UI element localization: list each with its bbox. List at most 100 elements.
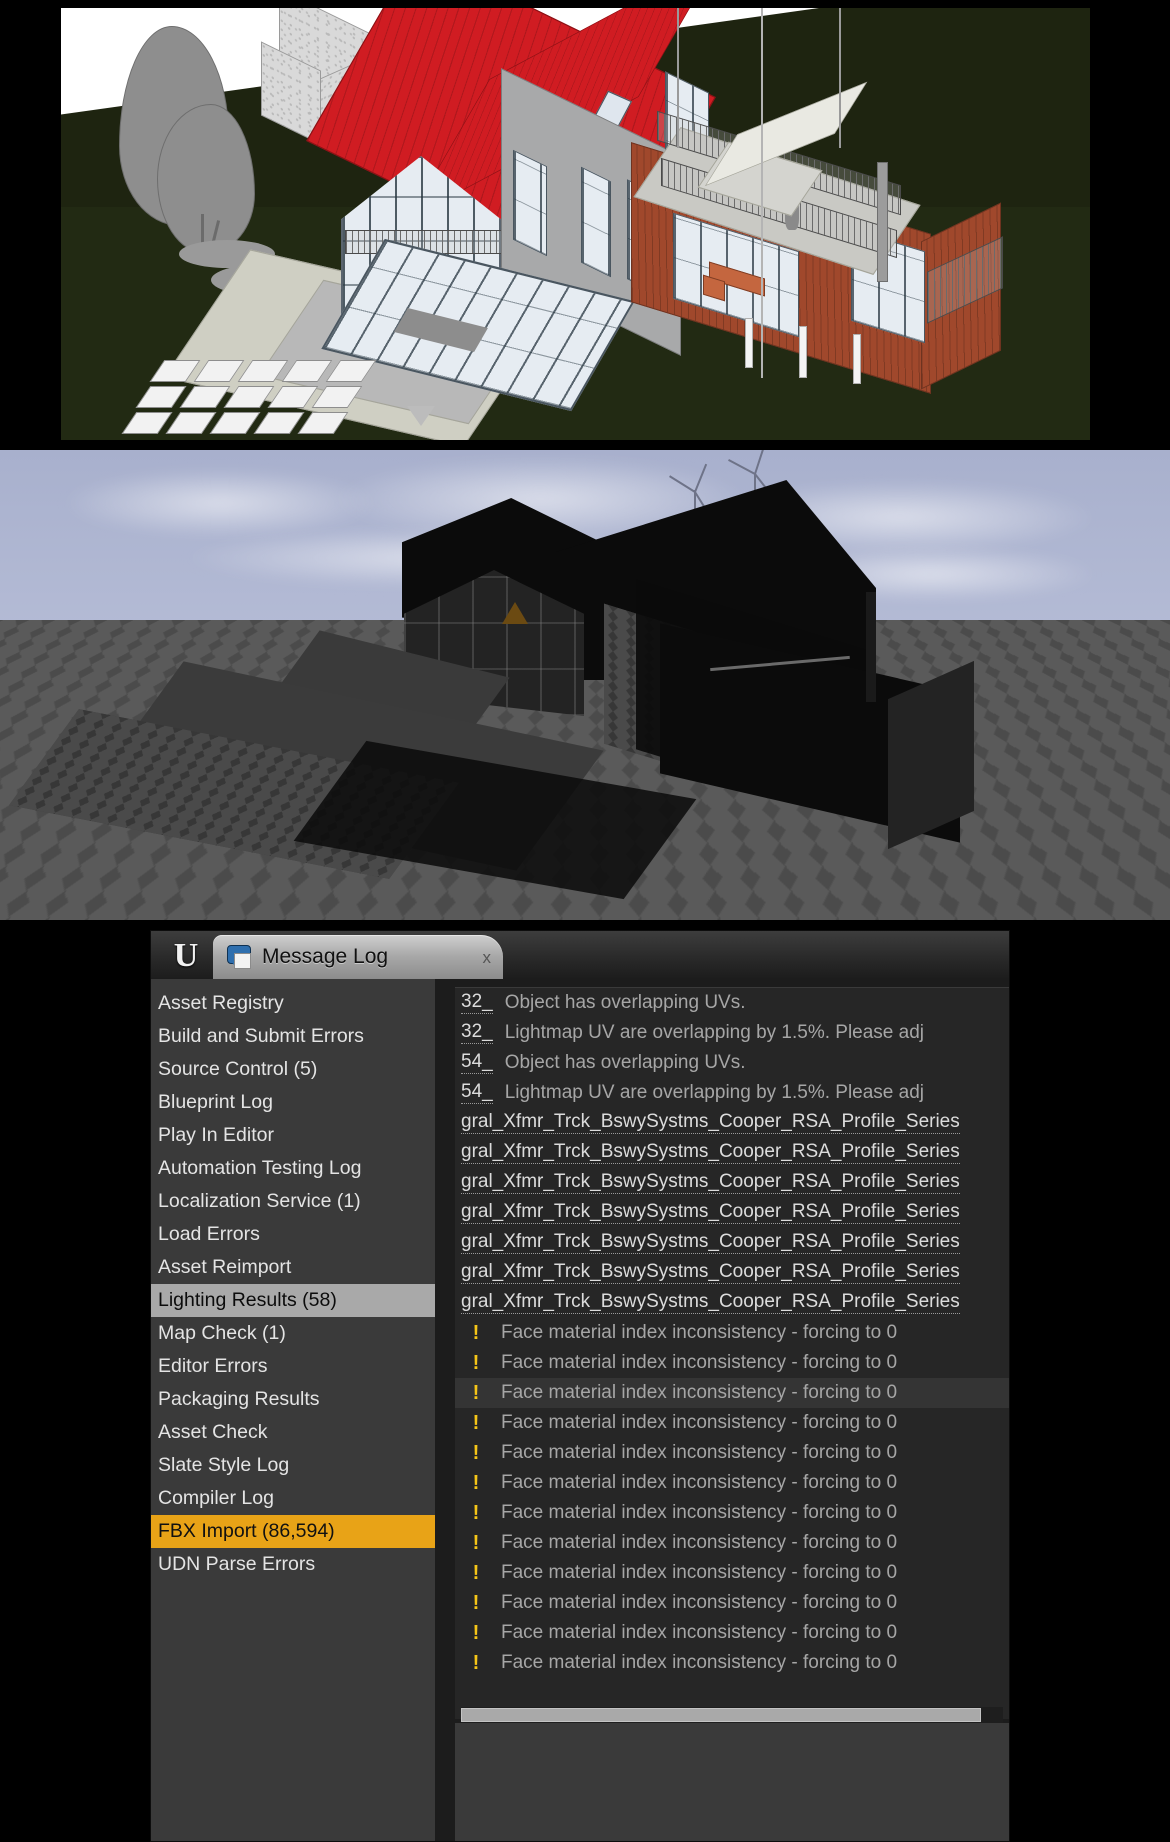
message-text: Lightmap UV are overlapping by 1.5%. Ple… — [493, 1082, 924, 1104]
sidebar-item-packaging-results[interactable]: Packaging Results — [151, 1383, 435, 1416]
cad-side-window-2 — [581, 167, 611, 278]
window-titlebar[interactable]: U Message Log x — [151, 931, 1009, 979]
message-text: Face material index inconsistency - forc… — [491, 1442, 897, 1464]
message-log-icon — [227, 944, 253, 970]
message-list[interactable]: 32_ Object has overlapping UVs. 32_ Lightma… — [455, 987, 1009, 1719]
message-asset-link[interactable]: 32_ — [461, 992, 493, 1014]
message-row[interactable]: 32_ Object has overlapping UVs. — [455, 988, 1009, 1018]
sidebar-item-compiler-log[interactable]: Compiler Log — [151, 1482, 435, 1515]
message-row[interactable]: ! Face material index inconsistency - for… — [455, 1558, 1009, 1588]
message-row[interactable]: ! Face material index inconsistency - for… — [455, 1348, 1009, 1378]
sidebar-item-slate-style-log[interactable]: Slate Style Log — [151, 1449, 435, 1482]
sidebar-item-load-errors[interactable]: Load Errors — [151, 1218, 435, 1251]
message-row[interactable]: ! Face material index inconsistency - for… — [455, 1468, 1009, 1498]
window-body: Asset Registry Build and Submit Errors Sou… — [151, 979, 1009, 1841]
warning-icon: ! — [461, 1532, 491, 1555]
sidebar-item-asset-registry[interactable]: Asset Registry — [151, 987, 435, 1020]
message-text: Face material index inconsistency - forc… — [491, 1622, 897, 1644]
message-log-window[interactable]: U Message Log x Asset Registry Build and … — [150, 930, 1010, 1842]
message-row[interactable]: gral_Xfmr_Trck_BswySystms_Cooper_RSA_Pro… — [455, 1138, 1009, 1168]
message-text: Face material index inconsistency - forc… — [491, 1502, 897, 1524]
message-row[interactable]: ! Face material index inconsistency - for… — [455, 1318, 1009, 1348]
sidebar-item-play-in-editor[interactable]: Play In Editor — [151, 1119, 435, 1152]
message-asset-link[interactable]: gral_Xfmr_Trck_BswySystms_Cooper_RSA_Pro… — [461, 1172, 960, 1194]
message-asset-link[interactable]: gral_Xfmr_Trck_BswySystms_Cooper_RSA_Pro… — [461, 1292, 960, 1314]
cad-stilt-2 — [799, 326, 807, 378]
message-row[interactable]: gral_Xfmr_Trck_BswySystms_Cooper_RSA_Pro… — [455, 1168, 1009, 1198]
message-row[interactable]: gral_Xfmr_Trck_BswySystms_Cooper_RSA_Pro… — [455, 1108, 1009, 1138]
close-icon[interactable]: x — [457, 949, 492, 966]
message-text: Face material index inconsistency - forc… — [491, 1472, 897, 1494]
sidebar-item-asset-reimport[interactable]: Asset Reimport — [151, 1251, 435, 1284]
message-row[interactable]: ! Face material index inconsistency - for… — [455, 1528, 1009, 1558]
message-row[interactable]: gral_Xfmr_Trck_BswySystms_Cooper_RSA_Pro… — [455, 1258, 1009, 1288]
cad-side-window-1 — [513, 150, 547, 257]
message-text: Face material index inconsistency - forc… — [491, 1562, 897, 1584]
ue-chimney — [866, 592, 876, 702]
sidebar-item-localization-service-1[interactable]: Localization Service (1) — [151, 1185, 435, 1218]
message-text: Object has overlapping UVs. — [493, 1052, 746, 1074]
sidebar-item-asset-check[interactable]: Asset Check — [151, 1416, 435, 1449]
message-row[interactable]: gral_Xfmr_Trck_BswySystms_Cooper_RSA_Pro… — [455, 1228, 1009, 1258]
horizontal-scrollbar-track[interactable] — [461, 1707, 1003, 1723]
message-text: Face material index inconsistency - forc… — [491, 1592, 897, 1614]
sidebar-item-editor-errors[interactable]: Editor Errors — [151, 1350, 435, 1383]
message-asset-link[interactable]: 54_ — [461, 1082, 493, 1104]
cad-tree-canopy-lower — [157, 104, 255, 254]
message-asset-link[interactable]: 54_ — [461, 1052, 493, 1074]
warning-icon: ! — [461, 1562, 491, 1585]
message-text: Face material index inconsistency - forc… — [491, 1382, 897, 1404]
warning-icon: ! — [461, 1472, 491, 1495]
log-category-sidebar[interactable]: Asset Registry Build and Submit Errors Sou… — [151, 979, 435, 1841]
cad-paver-field — [135, 360, 385, 440]
warning-icon: ! — [461, 1412, 491, 1435]
message-text: Face material index inconsistency - forc… — [491, 1322, 897, 1344]
message-asset-link[interactable]: gral_Xfmr_Trck_BswySystms_Cooper_RSA_Pro… — [461, 1112, 960, 1134]
message-row[interactable]: 32_ Lightmap UV are overlapping by 1.5%. … — [455, 1018, 1009, 1048]
message-text: Object has overlapping UVs. — [493, 992, 746, 1014]
message-asset-link[interactable]: gral_Xfmr_Trck_BswySystms_Cooper_RSA_Pro… — [461, 1232, 960, 1254]
cad-site-line-3 — [839, 8, 841, 148]
warning-icon: ! — [461, 1352, 491, 1375]
sidebar-item-source-control-5[interactable]: Source Control (5) — [151, 1053, 435, 1086]
warning-icon: ! — [461, 1502, 491, 1525]
message-row[interactable]: 54_ Lightmap UV are overlapping by 1.5%. … — [455, 1078, 1009, 1108]
cad-site-marker — [407, 406, 435, 426]
message-asset-link[interactable]: gral_Xfmr_Trck_BswySystms_Cooper_RSA_Pro… — [461, 1142, 960, 1164]
message-row[interactable]: ! Face material index inconsistency - for… — [455, 1618, 1009, 1648]
cad-site-line-1 — [677, 8, 679, 148]
screenshot-root: U Message Log x Asset Registry Build and … — [0, 0, 1170, 1842]
message-row[interactable]: gral_Xfmr_Trck_BswySystms_Cooper_RSA_Pro… — [455, 1198, 1009, 1228]
message-asset-link[interactable]: gral_Xfmr_Trck_BswySystms_Cooper_RSA_Pro… — [461, 1202, 960, 1224]
message-row[interactable]: ! Face material index inconsistency - for… — [455, 1648, 1009, 1678]
horizontal-scrollbar-thumb[interactable] — [461, 1708, 981, 1722]
warning-icon: ! — [461, 1322, 491, 1345]
message-row[interactable]: ! Face material index inconsistency - for… — [455, 1438, 1009, 1468]
cad-chimney — [877, 162, 888, 282]
message-asset-link[interactable]: gral_Xfmr_Trck_BswySystms_Cooper_RSA_Pro… — [461, 1262, 960, 1284]
sidebar-item-lighting-results-58[interactable]: Lighting Results (58) — [151, 1284, 435, 1317]
sidebar-item-udn-parse-errors[interactable]: UDN Parse Errors — [151, 1548, 435, 1581]
sidebar-item-automation-testing-log[interactable]: Automation Testing Log — [151, 1152, 435, 1185]
architectural-cad-render — [61, 8, 1090, 440]
message-row[interactable]: ! Face material index inconsistency - for… — [455, 1498, 1009, 1528]
sidebar-item-blueprint-log[interactable]: Blueprint Log — [151, 1086, 435, 1119]
message-row[interactable]: ! Face material index inconsistency - for… — [455, 1588, 1009, 1618]
sidebar-item-map-check-1[interactable]: Map Check (1) — [151, 1317, 435, 1350]
message-text: Face material index inconsistency - forc… — [491, 1352, 897, 1374]
warning-icon: ! — [461, 1382, 491, 1405]
message-row[interactable]: 54_ Object has overlapping UVs. — [455, 1048, 1009, 1078]
warning-icon: ! — [461, 1652, 491, 1675]
sidebar-item-build-and-submit-errors[interactable]: Build and Submit Errors — [151, 1020, 435, 1053]
cad-stilt-1 — [745, 318, 753, 368]
message-row[interactable]: gral_Xfmr_Trck_BswySystms_Cooper_RSA_Pro… — [455, 1288, 1009, 1318]
message-asset-link[interactable]: 32_ — [461, 1022, 493, 1044]
cad-site-line-2 — [761, 8, 763, 378]
cad-stilt-3 — [853, 334, 861, 384]
unreal-engine-viewport-render — [0, 450, 1170, 920]
message-text: Face material index inconsistency - forc… — [491, 1652, 897, 1674]
message-row[interactable]: ! Face material index inconsistency - for… — [455, 1408, 1009, 1438]
message-row[interactable]: ! Face material index inconsistency - for… — [455, 1378, 1009, 1408]
sidebar-item-fbx-import-86-594[interactable]: FBX Import (86,594) — [151, 1515, 435, 1548]
tab-message-log[interactable]: Message Log x — [213, 935, 503, 979]
